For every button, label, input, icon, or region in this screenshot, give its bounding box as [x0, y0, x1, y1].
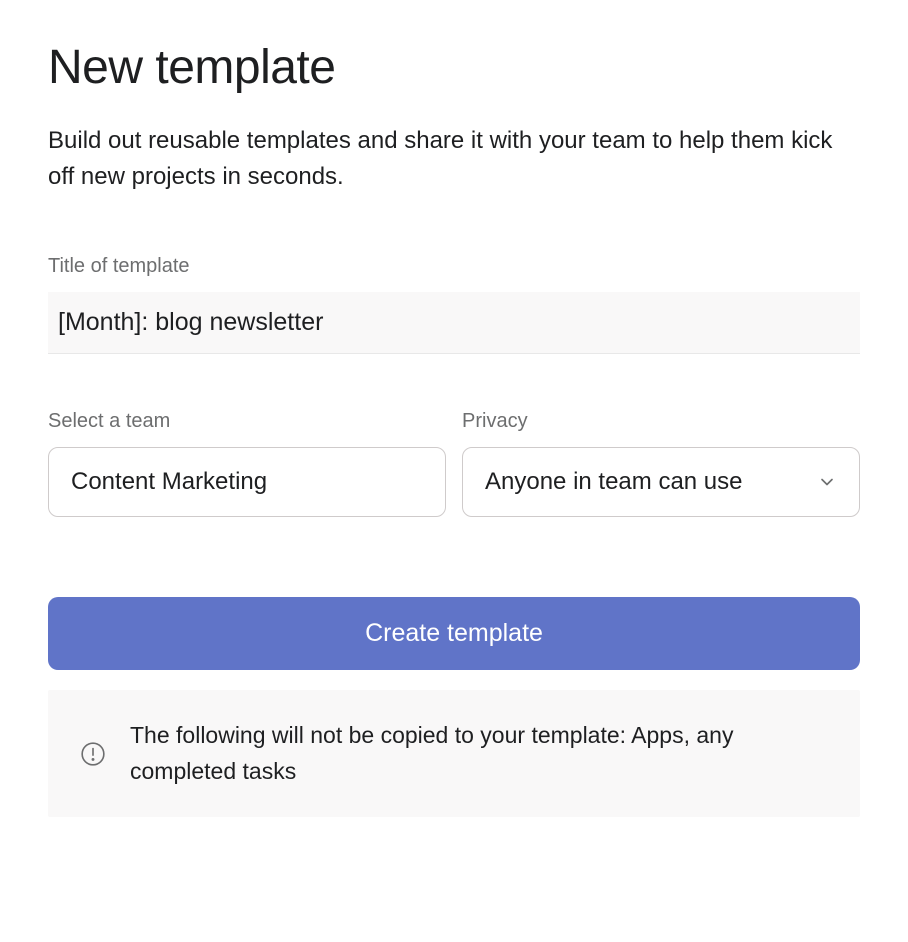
notice-text: The following will not be copied to your… — [130, 718, 828, 789]
template-title-input[interactable] — [48, 292, 860, 354]
notice-box: The following will not be copied to your… — [48, 690, 860, 817]
create-template-button[interactable]: Create template — [48, 597, 860, 670]
team-select-value: Content Marketing — [71, 468, 423, 496]
page-title: New template — [48, 40, 860, 95]
privacy-label: Privacy — [462, 410, 860, 433]
title-field: Title of template — [48, 255, 860, 410]
title-label: Title of template — [48, 255, 860, 278]
team-field: Select a team Content Marketing — [48, 410, 446, 517]
privacy-field: Privacy Anyone in team can use — [462, 410, 860, 517]
privacy-select[interactable]: Anyone in team can use — [462, 447, 860, 517]
select-row: Select a team Content Marketing Privacy … — [48, 410, 860, 517]
chevron-down-icon — [817, 472, 837, 492]
page-subtitle: Build out reusable templates and share i… — [48, 123, 860, 195]
team-select[interactable]: Content Marketing — [48, 447, 446, 517]
info-icon — [80, 741, 106, 767]
team-label: Select a team — [48, 410, 446, 433]
privacy-select-value: Anyone in team can use — [485, 468, 807, 496]
